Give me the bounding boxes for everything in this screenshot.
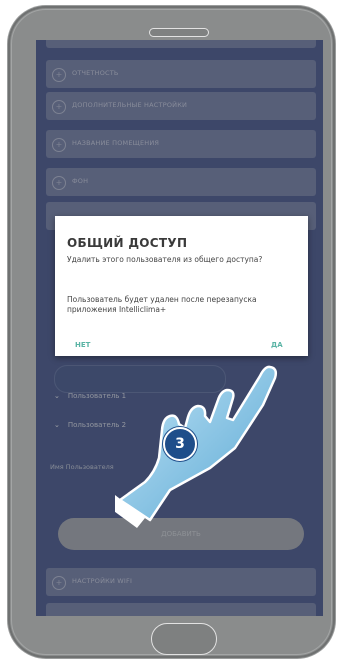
step-badge: 3 bbox=[163, 427, 197, 461]
dialog-no-button[interactable]: НЕТ bbox=[75, 341, 90, 349]
home-button[interactable] bbox=[151, 623, 217, 655]
dialog-message: Удалить этого пользователя из общего дос… bbox=[67, 255, 263, 264]
dialog-yes-button[interactable]: ДА bbox=[271, 341, 283, 349]
dialog-title: ОБЩИЙ ДОСТУП bbox=[67, 236, 188, 250]
shared-access-dialog: ОБЩИЙ ДОСТУП Удалить этого пользователя … bbox=[55, 216, 308, 356]
dialog-note: Пользователь будет удален после перезапу… bbox=[67, 295, 257, 314]
phone-speaker bbox=[149, 28, 209, 37]
tap-hand-illustration bbox=[115, 365, 278, 528]
step-number: 3 bbox=[175, 436, 185, 452]
